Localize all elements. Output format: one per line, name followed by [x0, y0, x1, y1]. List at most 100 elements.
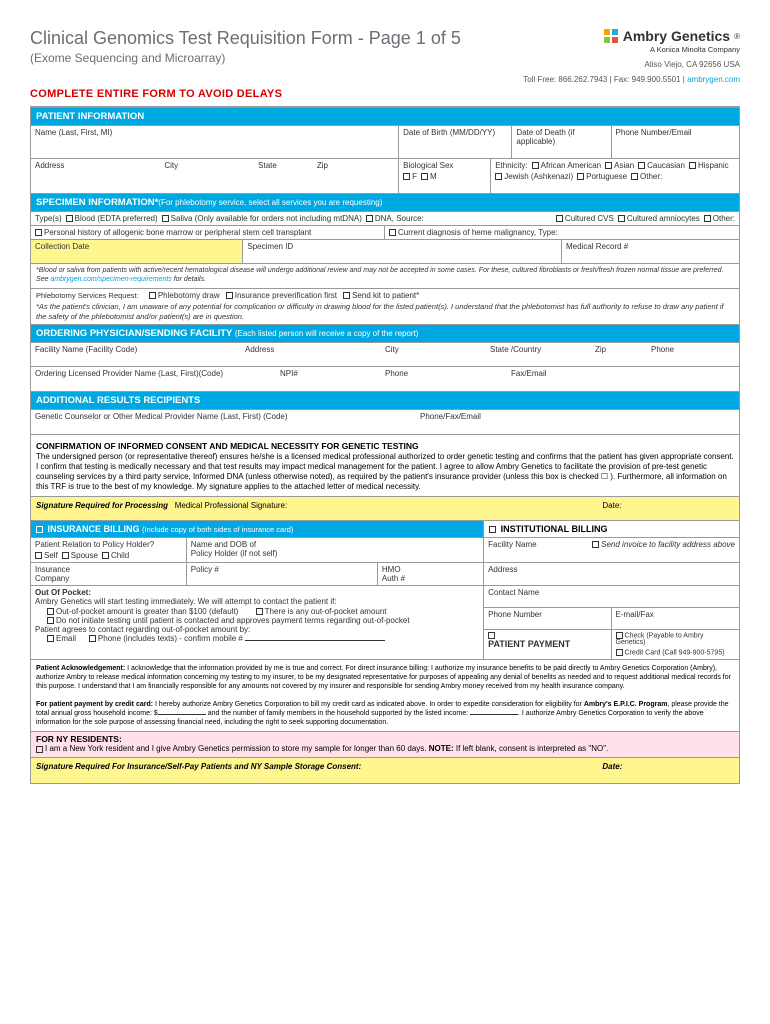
checkbox-dna[interactable]: [366, 215, 373, 222]
specimen-link[interactable]: ambrygen.com/specimen-requirements: [50, 276, 171, 283]
ny-residents-block: FOR NY RESIDENTS: I am a New York reside…: [31, 731, 739, 757]
label-facility-name: Facility Name (Facility Code): [35, 345, 245, 354]
opt-dna: DNA, Source:: [375, 214, 424, 223]
checkbox-phleb-1[interactable]: [226, 292, 233, 299]
opt-cc: Credit Card (Call 949-900-5795): [625, 650, 725, 657]
opt-heme: Current diagnosis of heme malignancy, Ty…: [398, 228, 558, 237]
label-specimen-id: Specimen ID: [247, 242, 557, 251]
field-income[interactable]: [158, 714, 206, 715]
label-types: Type(s): [35, 214, 62, 223]
checkbox-phleb-2[interactable]: [343, 292, 350, 299]
phleb-disclaimer: *As the patient's clinician, I am unawar…: [36, 302, 734, 322]
opt-check: Check (Payable to Ambry Genetics): [616, 632, 704, 646]
label-provider-phone: Phone: [385, 369, 511, 378]
opt-rel-2: Child: [111, 551, 129, 560]
opt-history: Personal history of allogenic bone marro…: [44, 228, 311, 237]
checkbox-ny[interactable]: [36, 746, 43, 753]
section-patient-info: PATIENT INFORMATION: [31, 107, 739, 125]
checkbox-institutional-billing[interactable]: [489, 526, 496, 533]
opt-eth-2: Caucasian: [647, 161, 685, 170]
label-collection-date: Collection Date: [35, 242, 238, 251]
sig-date-label: Date:: [602, 501, 621, 510]
opt-oop-email: Email: [56, 634, 76, 643]
checkbox-eth-6[interactable]: [631, 173, 638, 180]
label-bill-address: Address: [488, 565, 735, 574]
label-additional-contact: Phone/Fax/Email: [420, 412, 481, 421]
opt-oop-a: Out-of-pocket amount is greater than $10…: [56, 607, 238, 616]
checkbox-heme[interactable]: [389, 229, 396, 236]
section-additional: ADDITIONAL RESULTS RECIPIENTS: [31, 391, 739, 409]
checkbox-eth-5[interactable]: [577, 173, 584, 180]
opt-other: Other:: [713, 214, 735, 223]
label-dod: Date of Death (if applicable): [516, 128, 606, 146]
checkbox-blood[interactable]: [66, 215, 73, 222]
label-contact-name: Contact Name: [488, 588, 735, 597]
checkbox-cvs[interactable]: [556, 215, 563, 222]
section-specimen-info: SPECIMEN INFORMATION*(For phlebotomy ser…: [31, 193, 739, 211]
label-mrn: Medical Record #: [566, 242, 735, 251]
label-name: Name (Last, First, MI): [35, 128, 394, 137]
checkbox-patient-payment[interactable]: [488, 632, 495, 639]
checkbox-rel-2[interactable]: [102, 552, 109, 559]
company-site-link[interactable]: ambrygen.com: [687, 75, 740, 84]
patient-payment-title: PATIENT PAYMENT: [488, 639, 606, 649]
checkbox-oop-phone[interactable]: [89, 635, 96, 642]
checkbox-saliva[interactable]: [162, 215, 169, 222]
opt-eth-3: Hispanic: [698, 161, 729, 170]
checkbox-oop-c[interactable]: [47, 617, 54, 624]
acknowledgement-block: Patient Acknowledgement: I acknowledge t…: [31, 659, 739, 732]
checkbox-oop-email[interactable]: [47, 635, 54, 642]
checkbox-cc[interactable]: [616, 649, 623, 656]
field-family[interactable]: [470, 714, 518, 715]
checkbox-sex-f[interactable]: [403, 173, 410, 180]
consent-block: CONFIRMATION OF INFORMED CONSENT AND MED…: [31, 434, 739, 496]
opt-eth-6: Other:: [640, 172, 662, 181]
opt-rel-0: Self: [44, 551, 58, 560]
opt-rel-1: Spouse: [71, 551, 98, 560]
company-address: Aliso Viejo, CA 92656 USA: [523, 60, 740, 69]
checkbox-other[interactable]: [704, 215, 711, 222]
label-sex-f: F: [412, 172, 417, 181]
opt-amnio: Cultured amniocytes: [627, 214, 700, 223]
label-oop-contact: Patient agrees to contact regarding out-…: [35, 625, 479, 634]
checkbox-oop-b[interactable]: [256, 608, 263, 615]
opt-cvs: Cultured CVS: [565, 214, 614, 223]
sig2-date: Date:: [602, 762, 622, 771]
label-address: Address: [35, 161, 64, 170]
label-facility-zip: Zip: [595, 345, 651, 354]
opt-oop-c: Do not initiate testing until patient is…: [56, 616, 410, 625]
company-logo: Ambry Genetics®: [523, 28, 740, 44]
label-fax-email: Fax/Email: [511, 369, 735, 378]
checkbox-eth-1[interactable]: [605, 162, 612, 169]
sig-required-label: Signature Required for Processing: [36, 501, 168, 510]
opt-phleb-2: Send kit to patient*: [352, 291, 419, 300]
specimen-fineprint: *Blood or saliva from patients with acti…: [31, 263, 739, 288]
section-ordering: ORDERING PHYSICIAN/SENDING FACILITY (Eac…: [31, 324, 739, 342]
label-npi: NPI#: [280, 369, 385, 378]
opt-saliva: Saliva (Only available for orders not in…: [171, 214, 362, 223]
sig2-label: Signature Required For Insurance/Self-Pa…: [36, 762, 361, 771]
company-contact: Toll Free: 866.262.7943 | Fax: 949.900.5…: [523, 75, 740, 84]
label-facility-addr: Address: [245, 345, 385, 354]
checkbox-send-invoice[interactable]: [592, 541, 599, 548]
checkbox-rel-0[interactable]: [35, 552, 42, 559]
ny-body: I am a New York resident and I give Ambr…: [45, 744, 429, 753]
requisition-form: PATIENT INFORMATION Name (Last, First, M…: [30, 106, 740, 784]
checkbox-amnio[interactable]: [618, 215, 625, 222]
label-genetic-counselor: Genetic Counselor or Other Medical Provi…: [35, 412, 420, 421]
checkbox-eth-4[interactable]: [495, 173, 502, 180]
checkbox-check[interactable]: [616, 632, 623, 639]
checkbox-insurance-billing[interactable]: [36, 526, 43, 533]
page-subtitle: (Exome Sequencing and Microarray): [30, 51, 461, 65]
checkbox-history[interactable]: [35, 229, 42, 236]
checkbox-oop-a[interactable]: [47, 608, 54, 615]
checkbox-rel-1[interactable]: [62, 552, 69, 559]
checkbox-phleb-0[interactable]: [149, 292, 156, 299]
checkbox-eth-0[interactable]: [532, 162, 539, 169]
institutional-billing-title: INSTITUTIONAL BILLING: [501, 524, 608, 534]
checkbox-eth-2[interactable]: [638, 162, 645, 169]
checkbox-sex-m[interactable]: [421, 173, 428, 180]
label-relation: Patient Relation to Policy Holder?: [35, 540, 182, 549]
opt-oop-phone: Phone (includes texts) - confirm mobile …: [98, 634, 245, 643]
checkbox-eth-3[interactable]: [689, 162, 696, 169]
